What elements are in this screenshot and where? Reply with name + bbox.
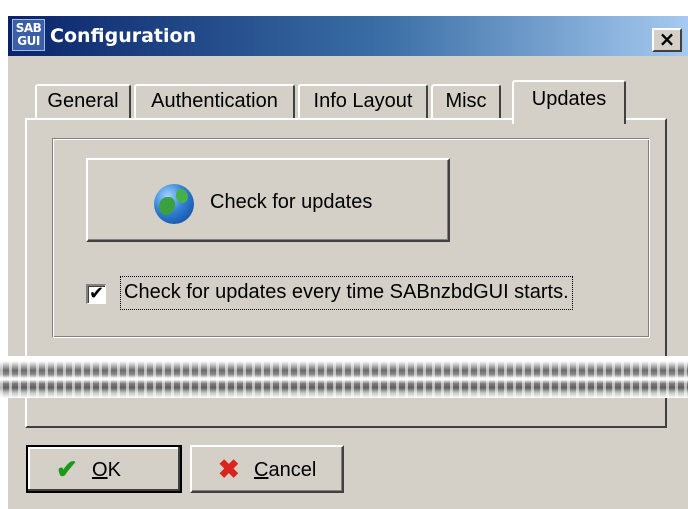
close-icon: × [658,27,676,51]
tab-updates[interactable]: Updates [512,80,626,124]
auto-check-checkbox[interactable]: ✔ [86,284,106,304]
cancel-button[interactable]: ✖ Cancel [190,445,344,493]
check-for-updates-label: Check for updates [210,191,373,213]
close-button[interactable]: × [652,28,682,52]
cancel-button-label: Cancel [254,459,317,481]
window-title: Configuration [50,25,197,47]
sabgui-app-icon: SAB GUI [12,19,45,51]
tab-general[interactable]: General [35,84,131,118]
torn-edge-divider [0,356,688,398]
checkmark-icon: ✔ [88,283,105,304]
tab-misc[interactable]: Misc [431,84,501,118]
globe-icon [154,184,194,224]
tab-info-layout[interactable]: Info Layout [298,84,428,118]
title-bar[interactable]: SAB GUI Configuration × [8,16,688,56]
tab-authentication[interactable]: Authentication [134,84,295,118]
checkmark-icon: ✔ [56,454,78,484]
auto-check-label[interactable]: Check for updates every time SABnzbdGUI … [120,276,573,310]
check-for-updates-button[interactable]: Check for updates [86,158,450,242]
ok-button[interactable]: ✔ OK [26,445,182,493]
x-icon: ✖ [218,454,240,484]
ok-button-label: OK [92,459,121,481]
